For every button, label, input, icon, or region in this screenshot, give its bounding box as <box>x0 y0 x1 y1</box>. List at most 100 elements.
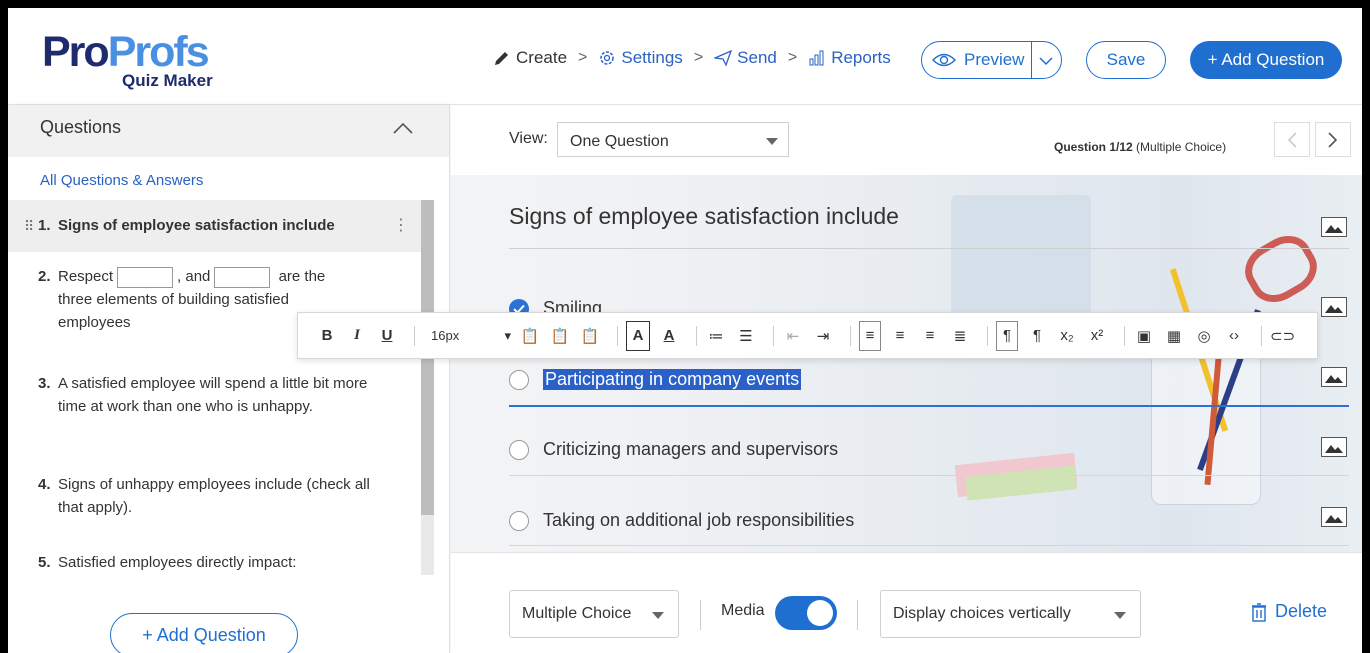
divider <box>509 545 1349 546</box>
image-icon[interactable] <box>1321 437 1347 457</box>
blank-field <box>214 266 271 288</box>
step-separator: > <box>693 49 704 66</box>
caret-down-icon <box>652 612 664 619</box>
question-text-part: Respect <box>58 268 114 285</box>
background-decor <box>951 195 1091 315</box>
add-question-button[interactable]: + Add Question <box>1190 41 1342 79</box>
paste-text-icon[interactable]: 📋 <box>549 321 571 351</box>
choice-2[interactable]: Participating in company events <box>509 369 802 390</box>
sidebar-add-question-button[interactable]: + Add Question <box>110 613 298 653</box>
subscript-icon[interactable]: x₂ <box>1056 321 1078 351</box>
more-options-icon[interactable]: ⋮ <box>393 214 409 237</box>
text-color-icon[interactable]: A <box>658 321 680 351</box>
active-choice-underline <box>509 405 1349 407</box>
image-icon[interactable] <box>1321 217 1347 237</box>
choice-text[interactable]: Taking on additional job responsibilitie… <box>543 510 854 531</box>
radio-icon[interactable] <box>509 439 529 460</box>
question-type-select[interactable]: Multiple Choice <box>509 590 679 638</box>
display-choices-select[interactable]: Display choices vertically <box>880 590 1141 638</box>
logo-profs: Profs <box>107 28 210 76</box>
question-item-4[interactable]: 4. Signs of unhappy employees include (c… <box>8 473 434 551</box>
divider <box>987 325 988 346</box>
paste-icon[interactable]: 📋 <box>519 321 541 351</box>
numbered-list-icon[interactable]: ≔ <box>705 321 727 351</box>
preview-button[interactable]: Preview <box>921 41 1062 79</box>
choice-3[interactable]: Criticizing managers and supervisors <box>509 439 838 460</box>
image-icon[interactable]: ▣ <box>1133 321 1155 351</box>
trash-icon <box>1252 602 1266 622</box>
view-label: View: <box>509 130 548 147</box>
view-select[interactable]: One Question <box>557 122 789 157</box>
choice-4[interactable]: Taking on additional job responsibilitie… <box>509 510 854 531</box>
align-right-icon[interactable]: ≡ <box>919 321 941 351</box>
question-item-3[interactable]: 3. A satisfied employee will spend a lit… <box>8 371 434 473</box>
italic-button[interactable]: I <box>346 321 368 351</box>
next-question-button[interactable] <box>1315 122 1351 157</box>
divider <box>696 325 697 346</box>
image-icon[interactable] <box>1321 367 1347 387</box>
question-item-5[interactable]: 5. Satisfied employees directly impact: <box>8 551 434 581</box>
eye-icon <box>932 53 956 67</box>
media-toggle[interactable] <box>775 596 837 630</box>
code-icon[interactable]: ‹› <box>1223 321 1245 351</box>
drag-handle-icon[interactable]: ⠿ <box>24 215 34 238</box>
background-color-icon[interactable]: A <box>626 320 650 351</box>
chevron-down-icon[interactable] <box>1038 53 1054 69</box>
question-canvas: Signs of employee satisfaction include S… <box>451 175 1362 552</box>
paper-plane-icon <box>714 49 733 67</box>
outdent-icon[interactable]: ⇤ <box>782 321 804 351</box>
step-create[interactable]: Create <box>493 48 567 68</box>
paste-word-icon[interactable]: 📋 <box>579 321 601 351</box>
step-create-label: Create <box>516 48 568 67</box>
image-icon[interactable] <box>1321 297 1347 317</box>
choice-text-selected[interactable]: Participating in company events <box>543 369 802 390</box>
bulleted-list-icon[interactable]: ☰ <box>735 321 757 351</box>
chevron-up-icon[interactable] <box>392 121 414 135</box>
rich-text-toolbar: B I U 16px ▾ 📋 📋 📋 A A ≔ ☰ ⇤ ⇥ ≡ ≡ ≡ ≣ ¶ … <box>297 312 1318 359</box>
question-type-value: Multiple Choice <box>522 605 632 622</box>
align-center-icon[interactable]: ≡ <box>889 321 911 351</box>
link-icon[interactable]: ⊂⊃ <box>1270 321 1295 351</box>
ltr-icon[interactable]: ¶ <box>996 320 1018 351</box>
step-separator: > <box>578 49 588 66</box>
bold-button[interactable]: B <box>316 321 338 351</box>
question-text-part: three elements of building satisfied <box>58 291 289 308</box>
step-send-label: Send <box>737 48 777 67</box>
step-settings[interactable]: Settings <box>598 48 683 68</box>
globe-icon[interactable]: ◎ <box>1193 321 1215 351</box>
sidebar-header[interactable]: Questions <box>8 105 449 157</box>
step-reports-label: Reports <box>831 48 891 67</box>
choice-text[interactable]: Criticizing managers and supervisors <box>543 439 838 460</box>
question-item-1[interactable]: ⠿ 1. Signs of employee satisfaction incl… <box>8 200 434 252</box>
proprofs-logo[interactable]: ProProfs Quiz Maker <box>42 30 222 92</box>
save-button[interactable]: Save <box>1086 41 1166 79</box>
align-left-icon[interactable]: ≡ <box>859 320 881 351</box>
step-send[interactable]: Send <box>714 48 777 68</box>
previous-question-button[interactable] <box>1274 122 1310 157</box>
indent-icon[interactable]: ⇥ <box>812 321 834 351</box>
delete-button[interactable]: Delete <box>1251 601 1327 622</box>
step-reports[interactable]: Reports <box>808 48 891 68</box>
caret-down-icon <box>766 138 778 145</box>
superscript-icon[interactable]: x² <box>1086 321 1108 351</box>
image-icon[interactable] <box>1321 507 1347 527</box>
align-justify-icon[interactable]: ≣ <box>949 321 971 351</box>
question-counter-type: (Multiple Choice) <box>1136 140 1227 154</box>
gear-icon <box>600 51 615 65</box>
display-choices-value: Display choices vertically <box>893 605 1071 622</box>
radio-icon[interactable] <box>509 369 529 390</box>
question-title[interactable]: Signs of employee satisfaction include <box>509 203 899 230</box>
divider <box>509 475 1349 476</box>
table-icon[interactable]: ▦ <box>1163 321 1185 351</box>
preview-label: Preview <box>964 50 1025 69</box>
font-size-select[interactable]: 16px ▾ <box>431 321 511 351</box>
question-text-part: are the <box>278 268 326 285</box>
underline-button[interactable]: U <box>376 321 398 351</box>
divider <box>700 600 701 630</box>
all-questions-link[interactable]: All Questions & Answers <box>40 172 203 189</box>
radio-icon[interactable] <box>509 510 529 531</box>
question-text: A satisfied employee will spend a little… <box>58 375 368 415</box>
question-text: Signs of employee satisfaction include <box>58 217 335 234</box>
media-label: Media <box>721 602 765 619</box>
rtl-icon[interactable]: ¶ <box>1026 321 1048 351</box>
